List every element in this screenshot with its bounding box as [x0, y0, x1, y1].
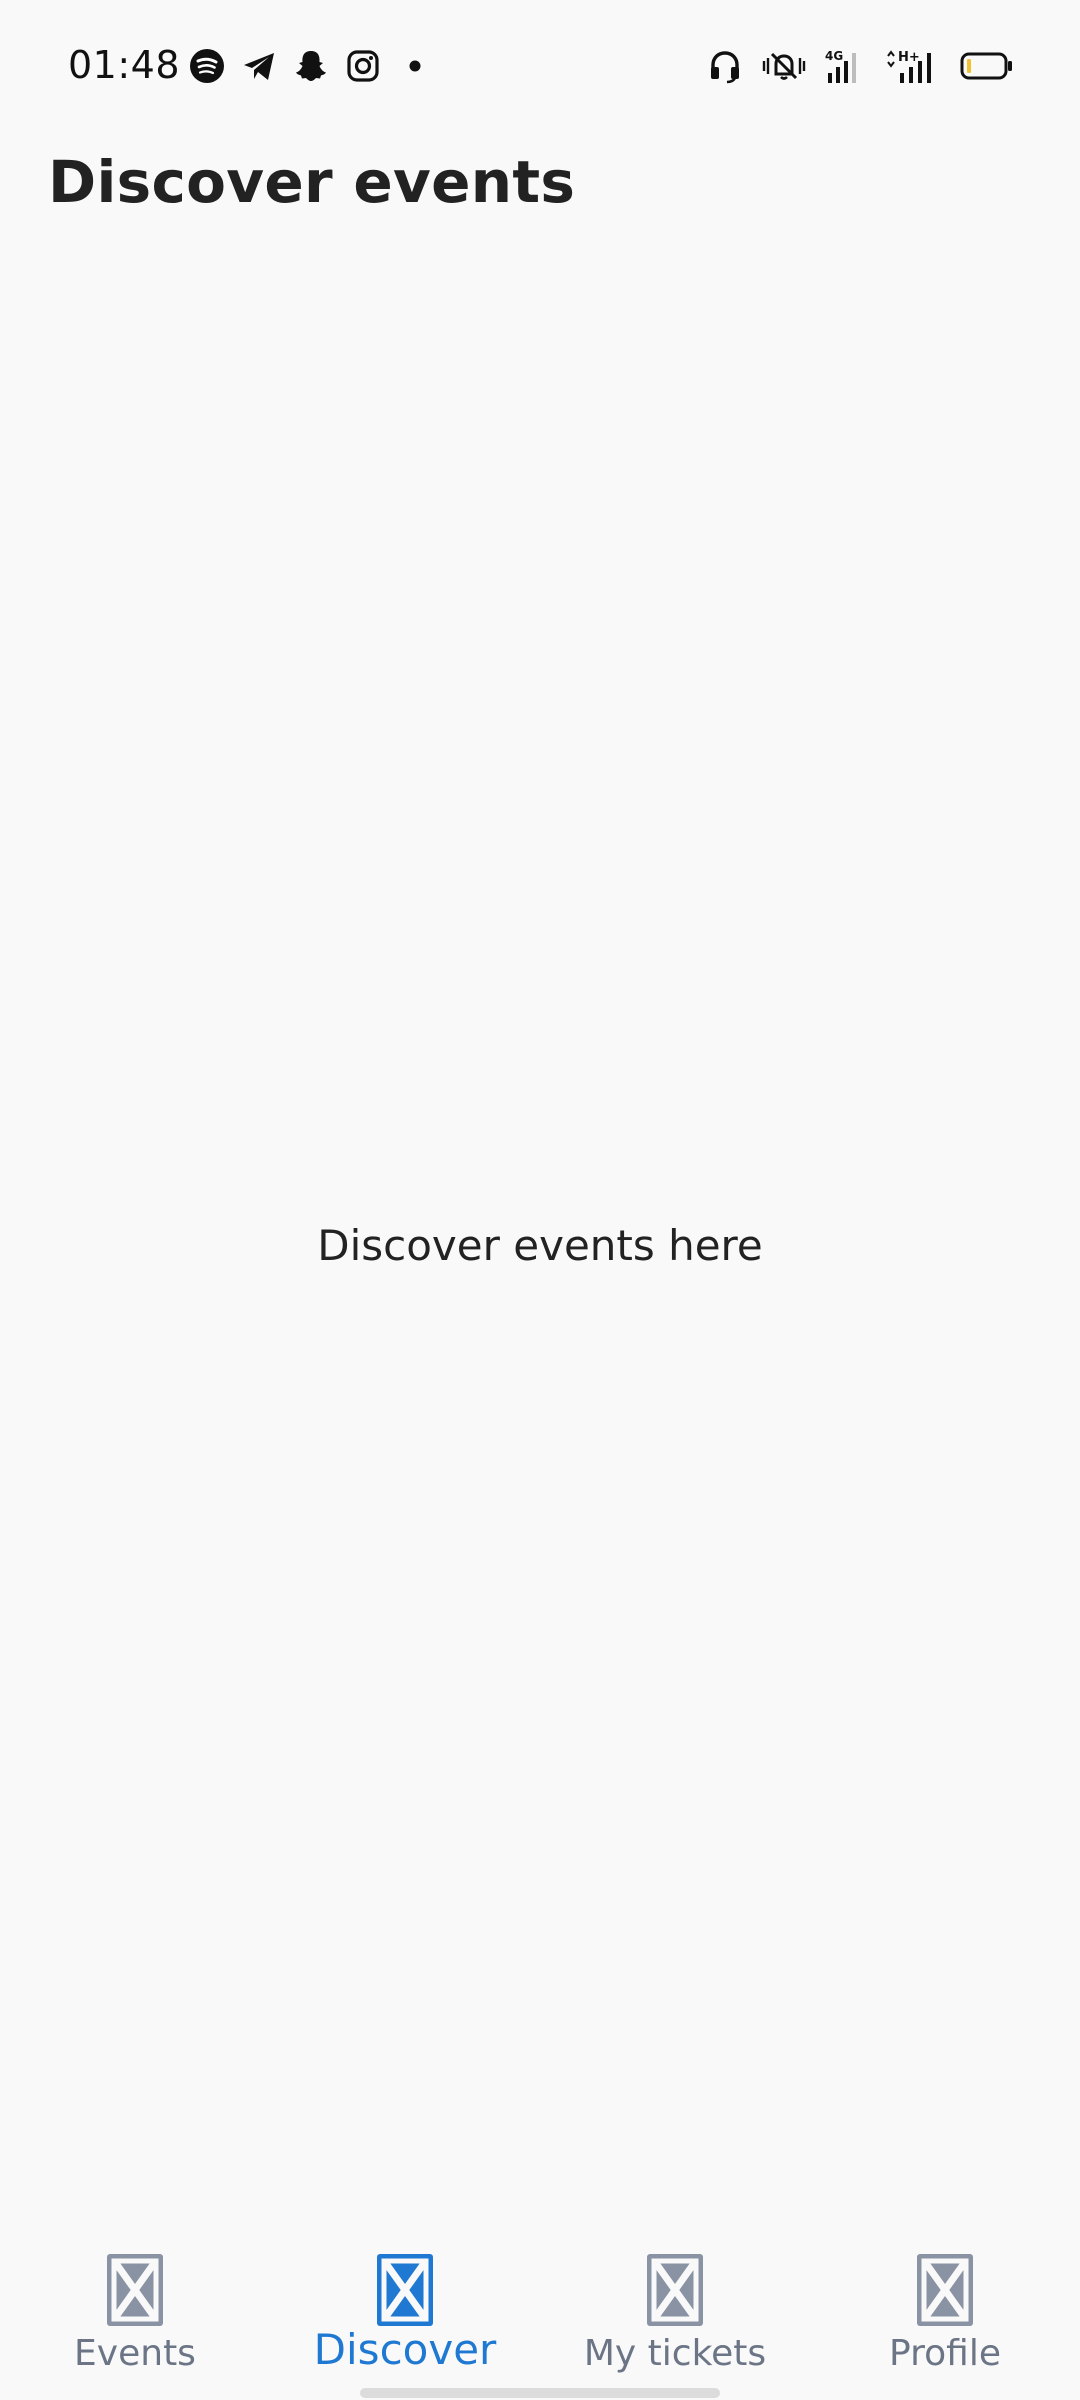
- telegram-icon: [240, 47, 278, 85]
- bottom-navigation: Events Discover My tickets Profile: [0, 2230, 1080, 2400]
- network-label-hplus: H+: [898, 50, 920, 65]
- network-label-4g: 4G: [825, 49, 843, 63]
- spotify-icon: [188, 47, 226, 85]
- nav-label-profile: Profile: [889, 2333, 1001, 2374]
- nav-item-discover[interactable]: Discover: [270, 2230, 540, 2400]
- placeholder-icon: [107, 2254, 163, 2326]
- headset-icon: [706, 47, 744, 85]
- vibrate-mute-icon: [760, 47, 808, 85]
- snapchat-icon: [292, 47, 330, 85]
- page-title: Discover events: [48, 148, 576, 216]
- empty-state-message: Discover events here: [317, 1221, 763, 1270]
- nav-item-events[interactable]: Events: [0, 2230, 270, 2400]
- signal-hplus-icon: H+: [884, 47, 944, 85]
- home-indicator[interactable]: [360, 2388, 720, 2398]
- status-notification-icons: [188, 46, 434, 86]
- nav-label-discover: Discover: [313, 2325, 497, 2374]
- signal-4g-icon: 4G: [824, 47, 868, 85]
- placeholder-icon: [377, 2254, 433, 2326]
- placeholder-icon: [917, 2254, 973, 2326]
- instagram-icon: [344, 47, 382, 85]
- nav-label-my-tickets: My tickets: [583, 2333, 767, 2374]
- nav-item-profile[interactable]: Profile: [810, 2230, 1080, 2400]
- nav-item-my-tickets[interactable]: My tickets: [540, 2230, 810, 2400]
- notification-dot-icon: [396, 47, 434, 85]
- status-time: 01:48: [68, 43, 181, 87]
- placeholder-icon: [647, 2254, 703, 2326]
- status-bar: 01:48 4G H+: [0, 0, 1080, 130]
- nav-label-events: Events: [74, 2333, 196, 2374]
- battery-icon: [960, 47, 1014, 85]
- status-system-icons: 4G H+: [706, 46, 1014, 86]
